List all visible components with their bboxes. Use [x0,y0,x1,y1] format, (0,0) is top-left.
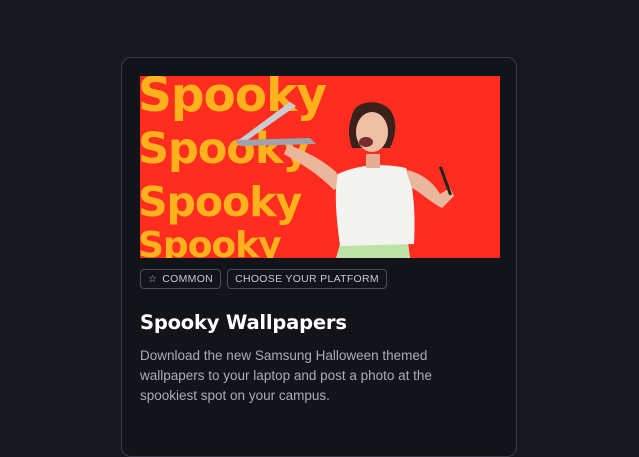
star-icon: ☆ [148,273,158,285]
banner-image: Spooky Spooky Spooky Spooky [140,76,500,258]
tag-label: COMMON [162,273,214,285]
card-description: Download the new Samsung Halloween theme… [140,348,432,403]
card-title: Spooky Wallpapers [140,311,347,334]
person-photo [234,102,454,258]
tag-list: ☆ COMMON CHOOSE YOUR PLATFORM [140,269,387,289]
tag-common[interactable]: ☆ COMMON [140,269,222,289]
promo-card[interactable]: Spooky Spooky Spooky Spooky ☆ COMMON CHO… [121,57,517,457]
tag-label: CHOOSE YOUR PLATFORM [235,273,379,285]
tag-choose-platform[interactable]: CHOOSE YOUR PLATFORM [227,269,387,289]
